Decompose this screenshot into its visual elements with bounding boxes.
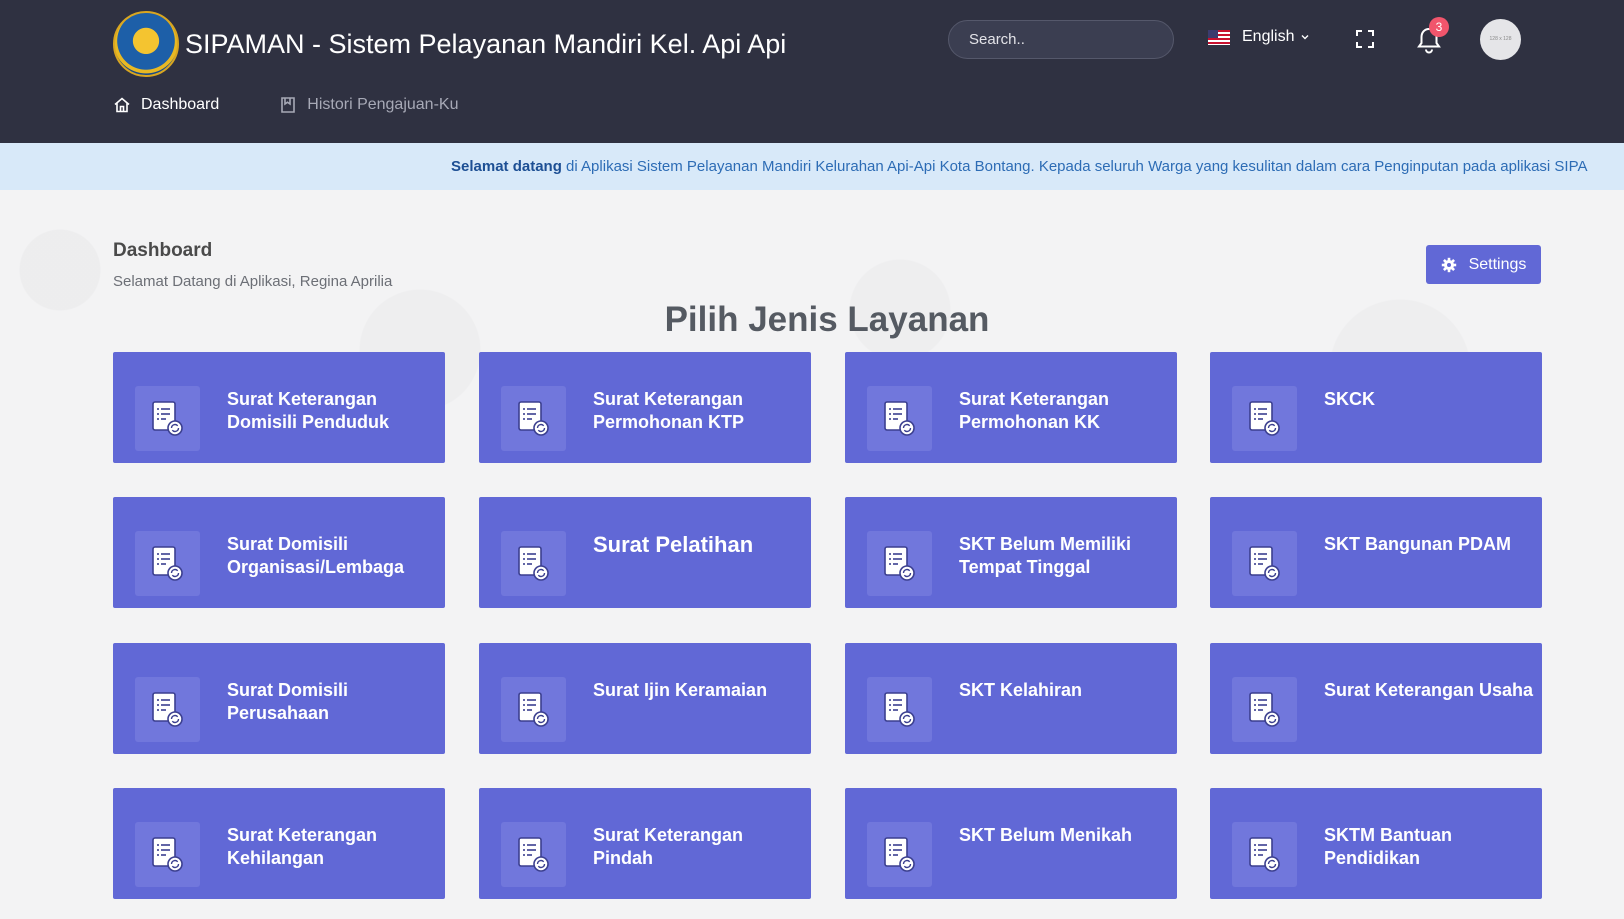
app-title: SIPAMAN - Sistem Pelayanan Mandiri Kel. …	[185, 28, 787, 59]
gear-icon	[1441, 257, 1456, 272]
service-card[interactable]: Surat Ijin Keramaian	[479, 643, 811, 754]
service-card-label: Surat Keterangan Kehilangan	[227, 825, 378, 868]
announcement-body: di Aplikasi Sistem Pelayanan Mandiri Kel…	[561, 158, 1588, 175]
language-selector[interactable]: English	[1208, 28, 1310, 46]
service-card[interactable]: SKT Belum Menikah	[845, 788, 1177, 899]
settings-button[interactable]: Settings	[1426, 245, 1541, 284]
document-refresh-icon	[501, 677, 566, 742]
service-card-label: Surat Keterangan Pindah	[593, 825, 744, 868]
service-card[interactable]: SKT Belum Memiliki Tempat Tinggal	[845, 497, 1177, 608]
main-nav: Dashboard Histori Pengajuan-Ku	[113, 96, 518, 114]
service-card-label: Surat Keterangan Domisili Penduduk	[227, 389, 390, 432]
document-refresh-icon	[135, 531, 200, 596]
bookmark-icon	[281, 97, 296, 113]
announcement-marquee: Selamat datang di Aplikasi Sistem Pelaya…	[0, 143, 1624, 190]
service-card[interactable]: Surat Keterangan Permohonan KTP	[479, 352, 811, 463]
brand[interactable]: SIPAMAN - Sistem Pelayanan Mandiri Kel. …	[113, 11, 786, 77]
document-refresh-icon	[501, 822, 566, 887]
document-refresh-icon	[135, 822, 200, 887]
service-card[interactable]: SKCK	[1210, 352, 1542, 463]
document-refresh-icon	[501, 531, 566, 596]
service-card-label: SKTM Bantuan Pendidikan	[1324, 825, 1452, 868]
service-card-label: Surat Keterangan Permohonan KK	[959, 389, 1110, 432]
home-icon	[114, 97, 130, 113]
document-refresh-icon	[1232, 677, 1297, 742]
service-card[interactable]: Surat Keterangan Usaha	[1210, 643, 1542, 754]
city-logo	[113, 11, 179, 77]
nav-item-histori[interactable]: Histori Pengajuan-Ku	[279, 96, 458, 114]
service-card-label: Surat Keterangan Permohonan KTP	[593, 389, 745, 432]
service-card[interactable]: Surat Domisili Perusahaan	[113, 643, 445, 754]
avatar[interactable]: 128 x 128	[1480, 19, 1521, 60]
document-refresh-icon	[1232, 386, 1297, 451]
notification-badge: 3	[1429, 17, 1449, 37]
settings-label: Settings	[1468, 255, 1527, 273]
nav-label: Dashboard	[141, 96, 220, 113]
service-card[interactable]: Surat Keterangan Permohonan KK	[845, 352, 1177, 463]
service-card[interactable]: Surat Keterangan Domisili Penduduk	[113, 352, 445, 463]
service-card[interactable]: SKT Bangunan PDAM	[1210, 497, 1542, 608]
service-card-label: Surat Pelatihan	[593, 532, 754, 557]
service-card[interactable]: SKT Kelahiran	[845, 643, 1177, 754]
nav-item-dashboard[interactable]: Dashboard	[113, 96, 219, 114]
service-card-label: Surat Ijin Keramaian	[593, 680, 768, 700]
document-refresh-icon	[867, 531, 932, 596]
service-card-label: SKT Belum Menikah	[959, 825, 1133, 845]
document-refresh-icon	[135, 386, 200, 451]
service-card[interactable]: Surat Keterangan Pindah	[479, 788, 811, 899]
announcement-lead: Selamat datang	[451, 158, 562, 175]
service-card-label: SKCK	[1324, 389, 1376, 409]
document-refresh-icon	[867, 822, 932, 887]
announcement-text: Selamat datang di Aplikasi Sistem Pelaya…	[451, 143, 1588, 190]
document-refresh-icon	[501, 386, 566, 451]
page-title: Dashboard	[113, 240, 213, 261]
us-flag-icon	[1208, 29, 1230, 45]
fullscreen-icon[interactable]	[1354, 28, 1376, 50]
service-card[interactable]: SKTM Bantuan Pendidikan	[1210, 788, 1542, 899]
search-input[interactable]	[969, 31, 1168, 48]
service-card-label: SKT Kelahiran	[959, 680, 1083, 700]
service-card[interactable]: Surat Pelatihan	[479, 497, 811, 608]
document-refresh-icon	[1232, 531, 1297, 596]
document-refresh-icon	[135, 677, 200, 742]
service-card-label: Surat Keterangan Usaha	[1324, 680, 1534, 700]
service-card-label: Surat Domisili Perusahaan	[227, 680, 349, 723]
service-card-label: SKT Belum Memiliki Tempat Tinggal	[959, 534, 1132, 577]
service-card-label: Surat Domisili Organisasi/Lembaga	[227, 534, 405, 577]
welcome-subtitle: Selamat Datang di Aplikasi, Regina April…	[113, 273, 393, 290]
search-box	[948, 20, 1174, 59]
top-header: SIPAMAN - Sistem Pelayanan Mandiri Kel. …	[0, 0, 1624, 143]
document-refresh-icon	[867, 386, 932, 451]
service-card-label: SKT Bangunan PDAM	[1324, 534, 1511, 554]
language-label: English	[1242, 28, 1295, 45]
service-card[interactable]: Surat Keterangan Kehilangan	[113, 788, 445, 899]
main-content: Dashboard Selamat Datang di Aplikasi, Re…	[0, 190, 1624, 919]
document-refresh-icon	[1232, 822, 1297, 887]
section-title: Pilih Jenis Layanan	[664, 300, 990, 339]
chevron-down-icon	[1301, 35, 1309, 40]
nav-label: Histori Pengajuan-Ku	[307, 96, 459, 113]
service-card[interactable]: Surat Domisili Organisasi/Lembaga	[113, 497, 445, 608]
document-refresh-icon	[867, 677, 932, 742]
